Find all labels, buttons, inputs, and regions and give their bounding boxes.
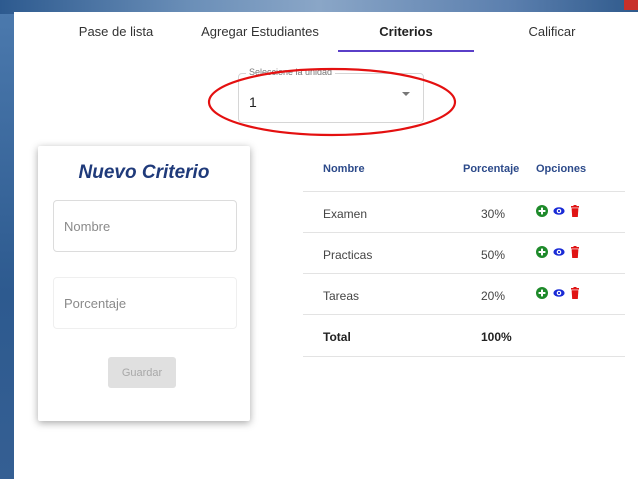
unit-select-label: Seleccione la unidad	[246, 67, 336, 77]
total-label: Total	[323, 330, 351, 344]
table-row: Examen 30%	[303, 191, 625, 233]
unit-select[interactable]	[238, 73, 424, 123]
row-name: Practicas	[323, 248, 373, 262]
tab-calificar[interactable]: Calificar	[492, 12, 612, 52]
column-header-opciones: Opciones	[536, 163, 587, 175]
tab-pase-de-lista[interactable]: Pase de lista	[56, 12, 176, 52]
plus-circle-icon[interactable]	[536, 205, 548, 217]
new-criterion-card: Nuevo Criterio Guardar	[38, 146, 250, 421]
row-name: Tareas	[323, 289, 360, 303]
unit-select-value[interactable]: 1	[249, 94, 257, 110]
trash-icon[interactable]	[569, 205, 581, 217]
trash-icon[interactable]	[569, 287, 581, 299]
tab-bar: Pase de lista Agregar Estudiantes Criter…	[14, 12, 638, 52]
plus-circle-icon[interactable]	[536, 287, 548, 299]
total-percent: 100%	[481, 330, 512, 344]
porcentaje-field-wrapper	[53, 277, 237, 329]
table-row: Tareas 20%	[303, 273, 625, 315]
row-options	[536, 205, 596, 219]
tab-criterios[interactable]: Criterios	[338, 12, 474, 52]
background-left-edge	[0, 14, 14, 479]
active-tab-indicator	[338, 50, 474, 52]
chevron-down-icon[interactable]	[402, 92, 410, 96]
column-header-porcentaje: Porcentaje	[463, 163, 520, 175]
porcentaje-input[interactable]	[54, 278, 236, 328]
row-options	[536, 287, 596, 301]
row-percent: 30%	[481, 207, 506, 221]
nombre-input[interactable]	[54, 201, 236, 251]
tab-agregar-estudiantes[interactable]: Agregar Estudiantes	[190, 12, 330, 52]
background-window-control	[624, 0, 638, 10]
row-percent: 20%	[481, 289, 506, 303]
nombre-field-wrapper	[53, 200, 237, 252]
eye-icon[interactable]	[553, 205, 565, 217]
eye-icon[interactable]	[553, 246, 565, 258]
eye-icon[interactable]	[553, 287, 565, 299]
card-title: Nuevo Criterio	[78, 162, 210, 183]
column-header-nombre: Nombre	[323, 163, 365, 175]
save-button[interactable]: Guardar	[108, 357, 176, 388]
row-name: Examen	[323, 207, 368, 221]
plus-circle-icon[interactable]	[536, 246, 548, 258]
trash-icon[interactable]	[569, 246, 581, 258]
table-total-row: Total 100%	[303, 314, 625, 357]
table-row: Practicas 50%	[303, 232, 625, 274]
row-options	[536, 246, 596, 260]
row-percent: 50%	[481, 248, 506, 262]
main-panel: Pase de lista Agregar Estudiantes Criter…	[14, 12, 638, 479]
